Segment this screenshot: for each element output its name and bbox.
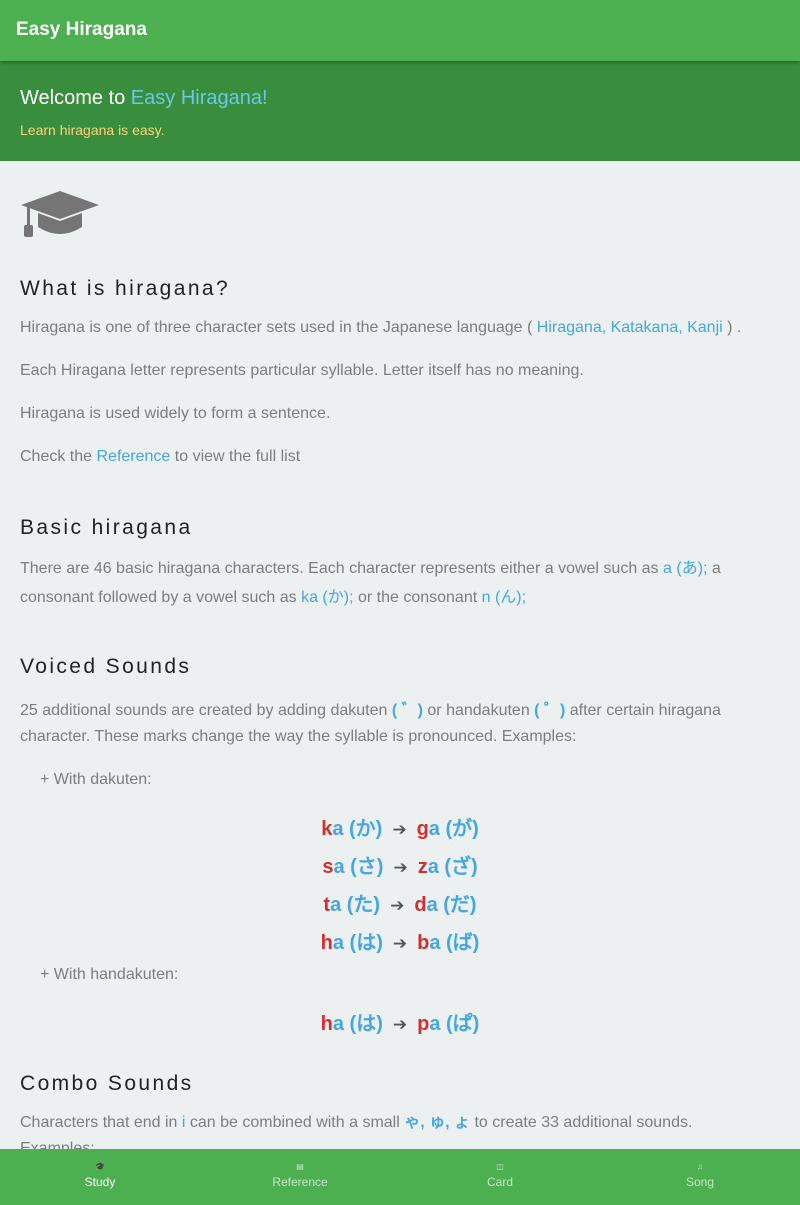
arrow-right-icon: ➔ xyxy=(392,820,407,839)
section-heading-basic: Basic hiragana xyxy=(20,516,193,539)
tab-study[interactable]: 🎓 Study xyxy=(0,1149,200,1205)
example-row: ha (は) ➔ ba (ば) xyxy=(320,932,480,954)
tab-label: Study xyxy=(84,1175,116,1189)
tab-card[interactable]: ◫ Card xyxy=(400,1149,600,1205)
graduation-cap-icon: 🎓 xyxy=(95,1162,105,1171)
app-title: Easy Hiragana xyxy=(16,19,147,40)
what-paragraph-4: Check the Reference to view the full lis… xyxy=(20,448,301,465)
character-sets: Hiragana, Katakana, Kanji xyxy=(536,319,723,336)
bottom-tab-bar: 🎓 Study ▤ Reference ◫ Card ♫ Song xyxy=(0,1149,800,1205)
reference-link[interactable]: Reference xyxy=(97,448,171,465)
tab-reference[interactable]: ▤ Reference xyxy=(200,1149,400,1205)
welcome-banner: Welcome to Easy Hiragana! Learn hiragana… xyxy=(0,61,800,161)
arrow-right-icon: ➔ xyxy=(393,858,408,877)
app-bar: Easy Hiragana xyxy=(0,0,800,61)
tab-label: Song xyxy=(685,1175,715,1189)
voiced-paragraph: 25 additional sounds are created by addi… xyxy=(20,702,721,745)
tab-label: Reference xyxy=(272,1175,328,1189)
graduation-cap-icon xyxy=(21,191,99,237)
arrow-right-icon: ➔ xyxy=(392,1015,408,1034)
welcome-app-name: Easy Hiragana! xyxy=(130,87,268,109)
section-heading-voiced: Voiced Sounds xyxy=(20,655,192,678)
example-row: ka (か) ➔ ga (が) xyxy=(321,818,479,840)
welcome-heading: Welcome to Easy Hiragana! xyxy=(20,87,268,110)
section-heading-combo: Combo Sounds xyxy=(20,1072,194,1095)
music-icon: ♫ xyxy=(697,1162,703,1171)
section-heading-what: What is hiragana? xyxy=(20,277,231,300)
arrow-right-icon: ➔ xyxy=(390,896,405,915)
example-row: ha (は) ➔ pa (ぱ) xyxy=(320,1013,480,1035)
cards-icon: ◫ xyxy=(496,1162,504,1171)
basic-paragraph: There are 46 basic hiragana characters. … xyxy=(20,560,721,606)
dakuten-label: + With dakuten: xyxy=(40,771,152,788)
what-paragraph-2: Each Hiragana letter represents particul… xyxy=(20,362,584,379)
what-paragraph-3: Hiragana is used widely to form a senten… xyxy=(20,405,331,422)
handakuten-label: + With handakuten: xyxy=(40,966,179,983)
what-paragraph-1: Hiragana is one of three character sets … xyxy=(20,319,742,336)
tab-label: Card xyxy=(486,1175,513,1189)
arrow-right-icon: ➔ xyxy=(392,934,408,953)
example-row: sa (さ) ➔ za (ざ) xyxy=(322,856,478,878)
tagline: Learn hiragana is easy. xyxy=(20,122,165,138)
welcome-prefix: Welcome to xyxy=(20,87,126,109)
book-icon: ▤ xyxy=(296,1162,304,1171)
example-row: ta (た) ➔ da (だ) xyxy=(323,894,477,916)
tab-song[interactable]: ♫ Song xyxy=(600,1149,800,1205)
